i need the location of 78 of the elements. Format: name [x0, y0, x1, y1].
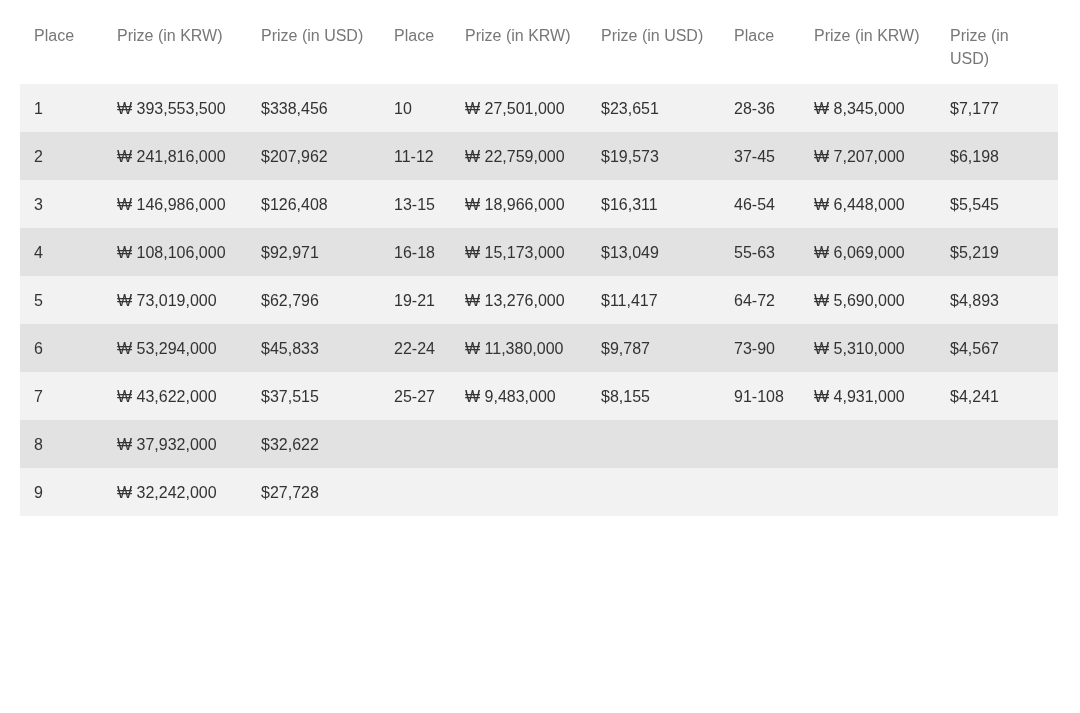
- table-cell: ₩ 43,622,000: [103, 372, 247, 420]
- table-cell: $45,833: [247, 324, 380, 372]
- table-cell: 91-108: [720, 372, 800, 420]
- table-cell: ₩ 18,966,000: [451, 180, 587, 228]
- table-cell: 9: [20, 468, 103, 516]
- table-cell: ₩ 37,932,000: [103, 420, 247, 468]
- column-header: Place: [380, 20, 451, 84]
- table-cell: $32,622: [247, 420, 380, 468]
- table-cell: 19-21: [380, 276, 451, 324]
- table-cell: 2: [20, 132, 103, 180]
- table-cell: $7,177: [936, 84, 1058, 132]
- table-cell: 13-15: [380, 180, 451, 228]
- table-cell: $6,198: [936, 132, 1058, 180]
- table-cell: $62,796: [247, 276, 380, 324]
- table-cell: 73-90: [720, 324, 800, 372]
- table-cell: 22-24: [380, 324, 451, 372]
- column-header: Prize (in USD): [247, 20, 380, 84]
- table-cell: $9,787: [587, 324, 720, 372]
- table-cell: $338,456: [247, 84, 380, 132]
- table-cell: ₩ 6,448,000: [800, 180, 936, 228]
- table-cell: ₩ 5,690,000: [800, 276, 936, 324]
- table-cell: ₩ 8,345,000: [800, 84, 936, 132]
- table-cell: 6: [20, 324, 103, 372]
- table-cell: $23,651: [587, 84, 720, 132]
- table-cell: 8: [20, 420, 103, 468]
- table-cell: ₩ 393,553,500: [103, 84, 247, 132]
- table-cell: $19,573: [587, 132, 720, 180]
- table-cell: ₩ 241,816,000: [103, 132, 247, 180]
- table-cell: 10: [380, 84, 451, 132]
- table-cell: $16,311: [587, 180, 720, 228]
- table-cell: ₩ 53,294,000: [103, 324, 247, 372]
- table-cell: 64-72: [720, 276, 800, 324]
- table-cell: 37-45: [720, 132, 800, 180]
- table-cell: 1: [20, 84, 103, 132]
- column-header: Place: [20, 20, 103, 84]
- table-cell: ₩ 7,207,000: [800, 132, 936, 180]
- table-cell: ₩ 108,106,000: [103, 228, 247, 276]
- table-cell: 46-54: [720, 180, 800, 228]
- table-cell: ₩ 9,483,000: [451, 372, 587, 420]
- column-header: Prize (in KRW): [103, 20, 247, 84]
- table-cell: ₩ 4,931,000: [800, 372, 936, 420]
- table-cell: ₩ 22,759,000: [451, 132, 587, 180]
- table-cell: ₩ 13,276,000: [451, 276, 587, 324]
- table-cell: $37,515: [247, 372, 380, 420]
- table-cell: ₩ 32,242,000: [103, 468, 247, 516]
- table-cell: ₩ 6,069,000: [800, 228, 936, 276]
- table-cell: 25-27: [380, 372, 451, 420]
- column-header: Prize (in USD): [587, 20, 720, 84]
- table-cell: 5: [20, 276, 103, 324]
- table-cell: $5,219: [936, 228, 1058, 276]
- table-cell: ₩ 15,173,000: [451, 228, 587, 276]
- table-cell: $4,567: [936, 324, 1058, 372]
- table-cell: $4,241: [936, 372, 1058, 420]
- table-cell: $5,545: [936, 180, 1058, 228]
- table-cell: $126,408: [247, 180, 380, 228]
- table-cell: $27,728: [247, 468, 380, 516]
- table-cell: ₩ 27,501,000: [451, 84, 587, 132]
- table-cell: ₩ 146,986,000: [103, 180, 247, 228]
- table-cell: ₩ 5,310,000: [800, 324, 936, 372]
- column-header: Place: [720, 20, 800, 84]
- table-cell: 3: [20, 180, 103, 228]
- table-cell: $8,155: [587, 372, 720, 420]
- column-header: Prize (in KRW): [451, 20, 587, 84]
- table-cell: $13,049: [587, 228, 720, 276]
- table-cell: $4,893: [936, 276, 1058, 324]
- table-cell: $11,417: [587, 276, 720, 324]
- table-cell: 16-18: [380, 228, 451, 276]
- column-header: Prize (in KRW): [800, 20, 936, 84]
- table-cell: ₩ 11,380,000: [451, 324, 587, 372]
- table-cell: 7: [20, 372, 103, 420]
- table-cell: 11-12: [380, 132, 451, 180]
- column-header: Prize (in USD): [936, 20, 1058, 84]
- table-cell: ₩ 73,019,000: [103, 276, 247, 324]
- table-cell: 4: [20, 228, 103, 276]
- table-cell: 28-36: [720, 84, 800, 132]
- table-cell: $207,962: [247, 132, 380, 180]
- table-cell: 55-63: [720, 228, 800, 276]
- table-cell: $92,971: [247, 228, 380, 276]
